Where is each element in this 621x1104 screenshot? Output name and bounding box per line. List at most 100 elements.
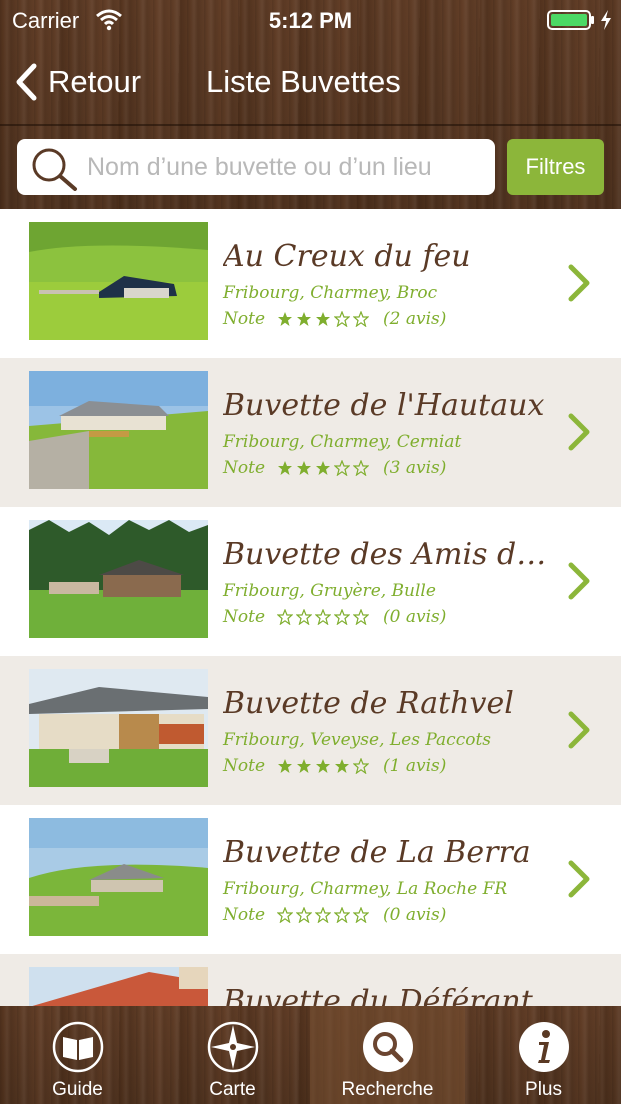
buvette-name: Buvette du Déférant — [223, 984, 533, 1006]
list-item[interactable]: Buvette de Rathvel Fribourg, Veveyse, Le… — [0, 656, 621, 805]
header: Carrier 5:12 PM Retour Liste Buvettes No… — [0, 0, 621, 209]
buvette-photo — [29, 967, 208, 1006]
star-filled-icon — [297, 461, 312, 475]
star-filled-icon — [316, 461, 331, 475]
tab-label: Guide — [52, 1079, 103, 1100]
rating-label: Note — [223, 756, 266, 776]
review-count: (3 avis) — [383, 458, 447, 478]
buvette-photo — [29, 818, 208, 936]
rating: Note (1 avis) — [223, 756, 446, 776]
buvette-location: Fribourg, Charmey, Broc — [223, 283, 438, 303]
star-empty-icon — [353, 907, 370, 923]
review-count: (2 avis) — [383, 309, 447, 329]
list-item[interactable]: Buvette des Amis de la Nature Fribourg, … — [0, 507, 621, 656]
buvette-location: Fribourg, Charmey, Cerniat — [223, 432, 462, 452]
buvette-location: Fribourg, Gruyère, Bulle — [223, 581, 436, 601]
star-empty-icon — [315, 907, 332, 923]
star-rating — [277, 907, 370, 923]
star-filled-icon — [297, 759, 312, 773]
star-filled-icon — [316, 312, 331, 326]
star-empty-icon — [334, 907, 351, 923]
buvette-photo — [29, 371, 208, 489]
star-rating — [277, 460, 370, 476]
chevron-right-icon — [568, 711, 590, 749]
rating-label: Note — [223, 458, 266, 478]
list-item[interactable]: Buvette de l'Hautaux Fribourg, Charmey, … — [0, 358, 621, 507]
star-empty-icon — [296, 609, 313, 625]
back-label: Retour — [48, 64, 142, 99]
star-empty-icon — [353, 758, 370, 774]
rating: Note (0 avis) — [223, 607, 446, 627]
search-icon — [362, 1022, 413, 1072]
page-title: Liste Buvettes — [206, 64, 401, 99]
search-box[interactable] — [17, 139, 495, 195]
chevron-right-icon — [568, 264, 590, 302]
star-empty-icon — [334, 609, 351, 625]
buvette-photo — [29, 669, 208, 787]
battery-icon — [547, 10, 594, 30]
buvette-photo — [29, 222, 208, 340]
buvette-location: Fribourg, Charmey, La Roche FR — [223, 879, 508, 899]
compass-icon — [207, 1021, 258, 1073]
buvette-list[interactable]: Au Creux du feu Fribourg, Charmey, Broc … — [0, 209, 621, 1006]
buvette-location: Fribourg, Veveyse, Les Paccots — [223, 730, 491, 750]
search-icon — [32, 148, 77, 191]
buvette-name: Buvette de La Berra — [223, 835, 531, 870]
book-icon — [52, 1021, 103, 1073]
star-filled-icon — [278, 759, 293, 773]
star-empty-icon — [353, 460, 370, 476]
star-filled-icon — [297, 312, 312, 326]
star-filled-icon — [335, 759, 350, 773]
review-count: (1 avis) — [383, 756, 447, 776]
rating-label: Note — [223, 607, 266, 627]
star-filled-icon — [316, 759, 331, 773]
list-item[interactable]: Au Creux du feu Fribourg, Charmey, Broc … — [0, 209, 621, 358]
star-filled-icon — [278, 312, 293, 326]
navigation-bar: Retour Liste Buvettes — [0, 40, 621, 124]
tab-guide[interactable]: Guide — [0, 1006, 155, 1104]
star-rating — [277, 609, 370, 625]
search-input[interactable] — [87, 147, 487, 187]
chevron-right-icon — [568, 413, 590, 451]
status-time: 5:12 PM — [268, 8, 353, 33]
star-empty-icon — [296, 907, 313, 923]
tab-plus[interactable]: Plus — [466, 1006, 621, 1104]
star-empty-icon — [277, 907, 294, 923]
rating-label: Note — [223, 905, 266, 925]
list-item[interactable]: Buvette du Déférant — [0, 954, 621, 1006]
star-rating — [277, 311, 370, 327]
rating-label: Note — [223, 309, 266, 329]
star-empty-icon — [353, 609, 370, 625]
status-bar: Carrier 5:12 PM — [0, 0, 621, 40]
info-icon — [518, 1022, 569, 1072]
rating: Note (2 avis) — [223, 309, 446, 329]
buvette-photo — [29, 520, 208, 638]
buvette-name: Buvette de l'Hautaux — [223, 388, 545, 423]
star-empty-icon — [353, 311, 370, 327]
buvette-name: Au Creux du feu — [223, 239, 471, 274]
review-count: (0 avis) — [383, 607, 447, 627]
star-empty-icon — [315, 609, 332, 625]
tab-bar: Guide Carte Recherche Plus — [0, 1006, 621, 1104]
rating: Note (3 avis) — [223, 458, 446, 478]
star-empty-icon — [277, 609, 294, 625]
list-item[interactable]: Buvette de La Berra Fribourg, Charmey, L… — [0, 805, 621, 954]
star-rating — [277, 758, 370, 774]
tab-label: Carte — [209, 1079, 256, 1100]
star-empty-icon — [334, 311, 351, 327]
divider — [0, 124, 621, 126]
tab-label: Plus — [525, 1079, 562, 1100]
charging-bolt-icon — [601, 10, 611, 30]
buvette-name: Buvette de Rathvel — [223, 686, 514, 721]
tab-label: Recherche — [341, 1079, 434, 1100]
tab-recherche[interactable]: Recherche — [310, 1006, 465, 1104]
back-button[interactable]: Retour — [14, 62, 141, 102]
buvette-name: Buvette des Amis de la Nature — [223, 537, 553, 572]
filter-button[interactable]: Filtres — [507, 139, 604, 195]
review-count: (0 avis) — [383, 905, 447, 925]
star-filled-icon — [278, 461, 293, 475]
tab-carte[interactable]: Carte — [155, 1006, 310, 1104]
chevron-right-icon — [568, 860, 590, 898]
star-empty-icon — [334, 460, 351, 476]
chevron-left-icon — [16, 63, 37, 101]
